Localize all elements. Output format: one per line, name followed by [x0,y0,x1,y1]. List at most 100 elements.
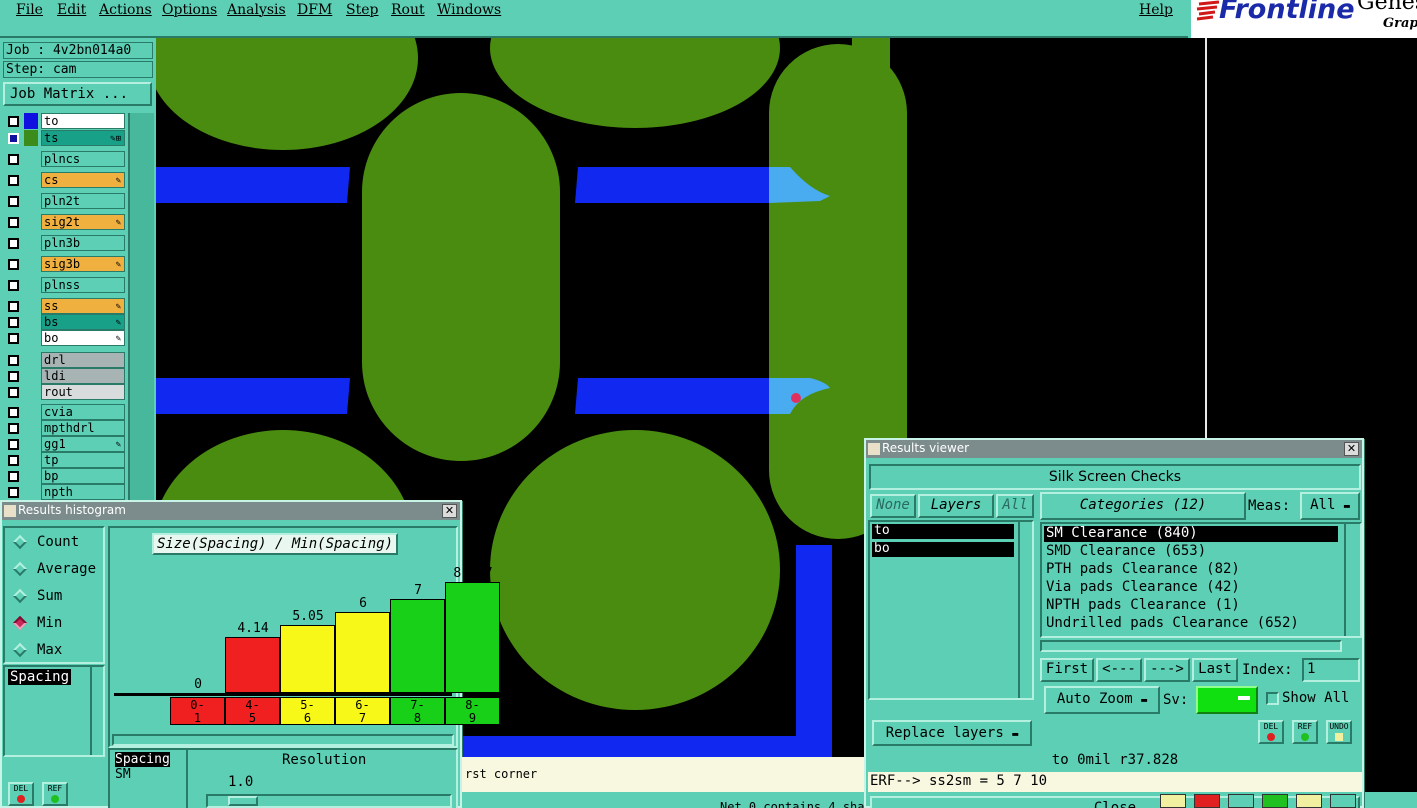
layer-checkbox[interactable] [8,317,19,328]
layer-name[interactable]: rout [41,384,125,400]
layer-row-gg1[interactable]: gg1 ✎ [3,436,125,452]
radio-sum[interactable]: Sum [11,586,105,608]
layer-checkbox[interactable] [8,238,19,249]
spacing-list-scrollbar[interactable] [186,750,200,808]
index-input[interactable]: 1 [1302,658,1360,682]
layers-all-button[interactable]: All [996,494,1034,518]
layer-color-swatch[interactable] [24,214,38,230]
del-button[interactable]: DEL [8,782,34,806]
radio-indicator[interactable] [12,615,28,631]
first-button[interactable]: First [1040,658,1094,682]
layer-color-swatch[interactable] [24,484,38,500]
meas-select[interactable]: All ▬ [1300,492,1360,520]
categories-header-button[interactable]: Categories (12) [1040,492,1246,520]
layer-checkbox[interactable] [8,355,19,366]
menu-help[interactable]: Help [1139,2,1173,18]
menu-edit[interactable]: Edit [57,2,86,18]
layer-checkbox[interactable] [8,387,19,398]
layer-name[interactable]: npth [41,484,125,500]
layer-row-bp[interactable]: bp [3,468,125,484]
layer-color-swatch[interactable] [24,193,38,209]
spacing-list-item-2[interactable]: SM [115,767,131,782]
tool-icon-6[interactable] [1330,794,1356,808]
layer-name[interactable]: sig3b ✎ [41,256,125,272]
del-button[interactable]: DEL [1258,720,1284,744]
layer-color-swatch[interactable] [24,384,38,400]
categories-scrollbar[interactable] [1344,524,1360,636]
layer-name[interactable]: gg1 ✎ [41,436,125,452]
layer-row-drl[interactable]: drl [3,352,125,368]
layer-checkbox[interactable] [8,455,19,466]
layer-name[interactable]: ldi [41,368,125,384]
layer-name[interactable]: bs ✎ [41,314,125,330]
layer-row-npth[interactable]: npth [3,484,125,500]
range-label[interactable]: 7- 8 [390,697,445,725]
layer-color-swatch[interactable] [24,368,38,384]
radio-indicator[interactable] [12,642,28,658]
category-item[interactable]: Via pads Clearance (42) [1044,580,1338,596]
menu-rout[interactable]: Rout [391,2,425,18]
prev-button[interactable]: <--- [1096,658,1142,682]
menu-analysis[interactable]: Analysis [227,2,286,18]
category-item[interactable]: PTH pads Clearance (82) [1044,562,1338,578]
layer-color-swatch[interactable] [24,330,38,346]
layer-row-sig3b[interactable]: sig3b ✎ [3,256,125,272]
ref-button[interactable]: REF [42,782,68,806]
close-icon[interactable]: ✕ [442,504,457,518]
layer-checkbox[interactable] [8,471,19,482]
layer-checkbox[interactable] [8,423,19,434]
layer-name[interactable]: pln3b [41,235,125,251]
show-all-checkbox[interactable] [1266,692,1279,705]
range-label[interactable]: 6- 7 [335,697,390,725]
menu-dfm[interactable]: DFM [297,2,332,18]
layer-row-cvia[interactable]: cvia [3,404,125,420]
layer-name[interactable]: sig2t ✎ [41,214,125,230]
replace-layers-menu[interactable]: Replace layers ▬ [872,720,1032,746]
layer-row-ss[interactable]: ss ✎ [3,298,125,314]
categories-hscrollbar[interactable] [1040,640,1342,652]
radio-average[interactable]: Average [11,559,105,581]
menu-file[interactable]: File [16,2,43,18]
layer-color-swatch[interactable] [24,130,38,146]
layer-checkbox[interactable] [8,259,19,270]
layer-name[interactable]: mpthdrl [41,420,125,436]
category-item[interactable]: Undrilled pads Clearance (652) [1044,616,1338,632]
layer-color-swatch[interactable] [24,468,38,484]
radio-indicator[interactable] [12,534,28,550]
layer-color-swatch[interactable] [24,235,38,251]
layer-checkbox[interactable] [8,116,19,127]
layer-row-pln3b[interactable]: pln3b [3,235,125,251]
layer-row-cs[interactable]: cs ✎ [3,172,125,188]
layer-row-rout[interactable]: rout [3,384,125,400]
layer-name[interactable]: tp [41,452,125,468]
window-menu-icon[interactable] [868,443,880,455]
layer-color-swatch[interactable] [24,151,38,167]
menu-options[interactable]: Options [162,2,217,18]
results-titlebar[interactable]: Results viewer ✕ [866,440,1362,458]
resolution-slider-thumb[interactable] [228,796,258,806]
layer-name[interactable]: pln2t [41,193,125,209]
layer-row-sig2t[interactable]: sig2t ✎ [3,214,125,230]
resolution-slider[interactable] [206,794,452,808]
menu-windows[interactable]: Windows [437,2,501,18]
layer-row-mpthdrl[interactable]: mpthdrl [3,420,125,436]
layer-checkbox[interactable] [8,407,19,418]
layer-checkbox[interactable] [8,333,19,344]
close-icon[interactable]: ✕ [1344,442,1359,456]
layer-row-bo[interactable]: bo ✎ [3,330,125,346]
layer-color-swatch[interactable] [24,277,38,293]
layer-checkbox[interactable] [8,487,19,498]
undo-button[interactable]: UNDO [1326,720,1352,744]
layer-color-swatch[interactable] [24,113,38,129]
layer-row-pln2t[interactable]: pln2t [3,193,125,209]
radio-indicator[interactable] [12,588,28,604]
layer-item-bo[interactable]: bo [872,542,1014,557]
layer-checkbox[interactable] [8,371,19,382]
layers-none-button[interactable]: None [870,494,916,518]
layer-name[interactable]: plncs [41,151,125,167]
menu-actions[interactable]: Actions [99,2,152,18]
layer-color-swatch[interactable] [24,352,38,368]
range-label[interactable]: 4- 5 [225,697,280,725]
layer-item-to[interactable]: to [872,524,1014,539]
category-item[interactable]: SM Clearance (840) [1044,526,1338,542]
